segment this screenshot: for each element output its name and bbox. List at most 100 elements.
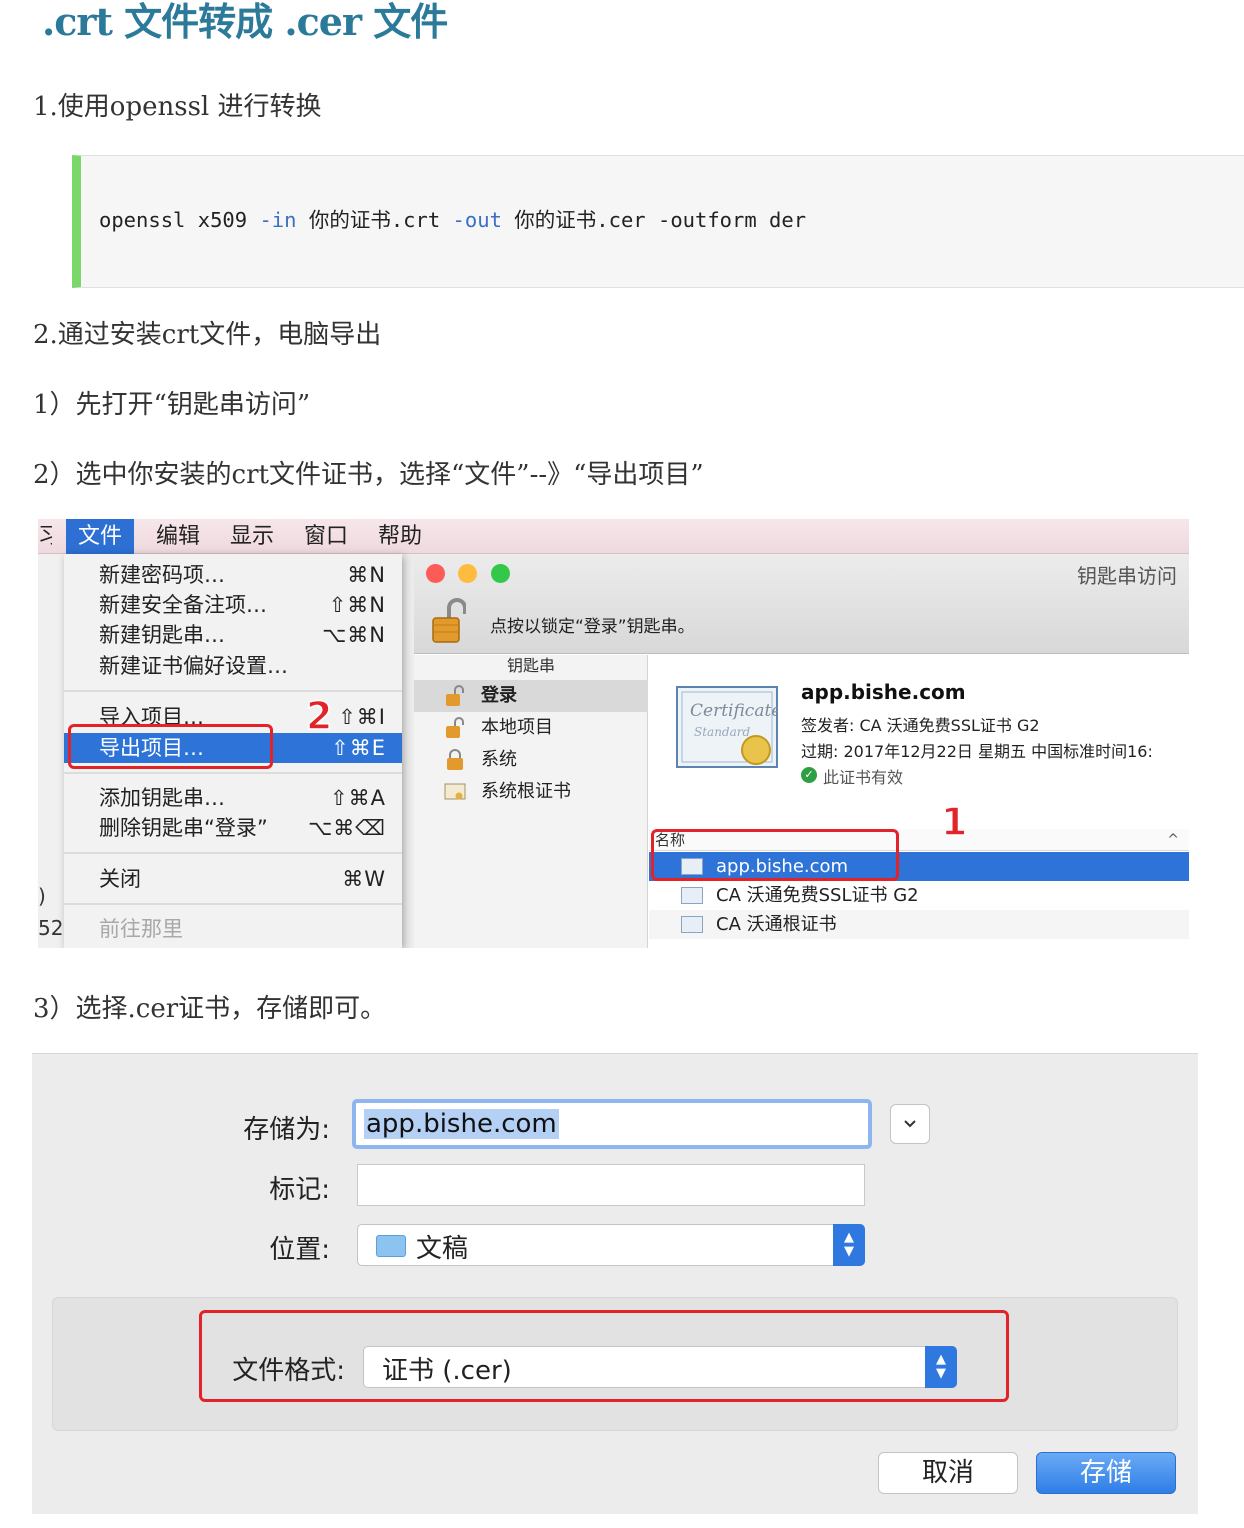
code-out-flag: -out <box>452 208 502 232</box>
cancel-button[interactable]: 取消 <box>878 1452 1018 1494</box>
menu-help[interactable]: 帮助 <box>378 519 422 554</box>
step2-text: 2.通过安装crt文件，电脑导出 <box>33 320 382 350</box>
menu-item-label: 关闭 <box>99 867 141 891</box>
annotation-box-format <box>199 1310 1009 1402</box>
sidebar-item-system[interactable]: 系统 <box>414 744 648 776</box>
chevron-down-icon <box>904 1120 916 1128</box>
menu-item-new-secure-note[interactable]: 新建安全备注项… ⇧⌘N <box>64 590 402 620</box>
code-line: openssl x509 -in 你的证书.crt -out 你的证书.cer … <box>99 205 806 235</box>
chevron-up-icon[interactable]: ^ <box>1167 829 1179 851</box>
certificate-art-subtitle: Standard <box>694 725 750 739</box>
folder-icon <box>376 1235 406 1257</box>
save-button[interactable]: 存储 <box>1036 1452 1176 1494</box>
code-block: openssl x509 -in 你的证书.crt -out 你的证书.cer … <box>72 155 1244 288</box>
minimize-button[interactable] <box>458 564 477 583</box>
menu-file[interactable]: 文件 <box>66 519 135 554</box>
menu-item-add-keychain[interactable]: 添加钥匙串… ⇧⌘A <box>64 783 402 813</box>
step2-1-text: 1）先打开“钥匙串访问” <box>33 390 311 420</box>
where-value: 文稿 <box>416 1234 469 1264</box>
keychain-detail: Certificate Standard app.bishe.com 签发者: … <box>649 655 1189 948</box>
menu-item-close[interactable]: 关闭 ⌘W <box>64 864 402 894</box>
menu-item-label: 删除钥匙串“登录” <box>99 816 268 840</box>
sidebar-item-login[interactable]: 登录 <box>414 680 648 712</box>
window-toolbar: 钥匙串访问 点按以锁定“登录”钥匙串。 <box>414 554 1189 654</box>
menu-item-label: 新建安全备注项… <box>99 593 267 617</box>
code-out-file: 你的证书.cer -outform der <box>501 208 807 232</box>
certificate-icon <box>681 916 703 933</box>
menu-item-new-keychain[interactable]: 新建钥匙串… ⌥⌘N <box>64 620 402 650</box>
menu-item-new-cert-preference[interactable]: 新建证书偏好设置… <box>64 651 402 681</box>
menu-item-new-password[interactable]: 新建密码项… ⌘N <box>64 560 402 590</box>
save-as-value: app.bishe.com <box>364 1109 559 1139</box>
code-in-flag: -in <box>259 208 297 232</box>
menu-item-shortcut: ⇧⌘A <box>330 786 386 810</box>
certificate-name: app.bishe.com <box>801 680 966 704</box>
lock-hint: 点按以锁定“登录”钥匙串。 <box>490 617 695 637</box>
menu-item-shortcut: ⌥⌘⌫ <box>308 816 386 840</box>
row-label: CA 沃通根证书 <box>716 914 837 935</box>
certificate-icon: Certificate Standard <box>676 686 778 768</box>
sidebar-item-system-roots[interactable]: 系统根证书 <box>414 776 648 808</box>
sidebar-header: 钥匙串 <box>506 656 555 675</box>
certificate-icon <box>681 887 703 904</box>
code-in-file: 你的证书.crt <box>296 208 453 232</box>
menu-separator <box>64 903 402 905</box>
step3-text: 3）选择.cer证书，存储即可。 <box>33 994 387 1024</box>
certificate-issuer: 签发者: CA 沃通免费SSL证书 G2 <box>801 716 1040 735</box>
menu-bar: 习 文件 编辑 显示 窗口 帮助 <box>38 519 1189 554</box>
annotation-number-1: 1 <box>940 799 968 845</box>
fragment-text: ) <box>38 884 46 908</box>
tags-field[interactable] <box>357 1164 865 1206</box>
step2-2-text: 2）选中你安装的crt文件证书，选择“文件”--》“导出项目” <box>33 460 704 490</box>
expand-button[interactable] <box>890 1104 930 1144</box>
menu-item-shortcut: ⌘W <box>342 867 386 891</box>
step1-text: 1.使用openssl 进行转换 <box>33 92 322 122</box>
window-title: 钥匙串访问 <box>1077 564 1177 588</box>
certificate-art-title: Certificate <box>690 701 778 721</box>
sidebar-item-label: 系统根证书 <box>481 781 571 802</box>
code-prefix: openssl x509 <box>99 208 260 232</box>
menu-partial: 习 <box>38 524 52 549</box>
keychain-screenshot: 习 文件 编辑 显示 窗口 帮助 ) 52) 钥匙串访问 点按以锁定“登录”钥匙… <box>38 519 1189 948</box>
menu-item-delete-keychain[interactable]: 删除钥匙串“登录” ⌥⌘⌫ <box>64 813 402 843</box>
menu-item-shortcut: ⌘N <box>347 563 386 587</box>
tags-label: 标记: <box>269 1175 330 1205</box>
annotation-box-export <box>68 724 273 769</box>
sidebar-item-local[interactable]: 本地项目 <box>414 712 648 744</box>
menu-item-shortcut: ⇧⌘I <box>338 705 386 729</box>
save-as-label: 存储为: <box>243 1115 330 1145</box>
chevron-updown-icon: ▲ ▼ <box>833 1224 865 1266</box>
where-label: 位置: <box>269 1235 330 1265</box>
table-row[interactable]: CA 沃通免费SSL证书 G2 <box>649 881 1189 910</box>
certificate-expiry: 过期: 2017年12月22日 星期五 中国标准时间16: <box>801 742 1153 761</box>
zoom-button[interactable] <box>491 564 510 583</box>
table-row[interactable]: CA 沃通根证书 <box>649 910 1189 939</box>
background-window-fragment: ) 52) <box>38 554 71 948</box>
menu-separator <box>64 772 402 774</box>
save-as-field[interactable]: app.bishe.com <box>352 1099 872 1149</box>
save-dialog: 存储为: app.bishe.com 标记: 位置: 文稿 ▲ ▼ 文件格式: 证… <box>32 1053 1198 1514</box>
menu-item-label: 新建密码项… <box>99 563 225 587</box>
row-label: CA 沃通免费SSL证书 G2 <box>716 885 919 906</box>
sidebar-item-label: 本地项目 <box>481 717 553 738</box>
menu-window[interactable]: 窗口 <box>304 519 348 554</box>
open-padlock-icon <box>446 685 464 706</box>
keychain-sidebar: 钥匙串 登录 本地项目 系统 系统根证书 <box>414 655 648 948</box>
checkmark-circle-icon: ✓ <box>801 767 817 783</box>
open-padlock-icon[interactable] <box>432 598 466 644</box>
menu-view[interactable]: 显示 <box>230 519 274 554</box>
menu-edit[interactable]: 编辑 <box>156 519 200 554</box>
close-button[interactable] <box>426 564 445 583</box>
menu-separator <box>64 690 402 692</box>
where-popup[interactable]: 文稿 ▲ ▼ <box>357 1224 865 1266</box>
menu-item-label: 新建证书偏好设置… <box>99 654 288 678</box>
sidebar-item-label: 系统 <box>481 749 517 770</box>
keychain-window: 钥匙串访问 点按以锁定“登录”钥匙串。 钥匙串 登录 本地项目 系统 系统根证书… <box>414 554 1189 948</box>
menu-item-shortcut: ⌥⌘N <box>322 623 386 647</box>
sidebar-item-label: 登录 <box>481 685 517 706</box>
menu-item-go-there: 前往那里 <box>64 914 402 944</box>
menu-item-shortcut: ⇧⌘N <box>328 593 386 617</box>
menu-item-label: 添加钥匙串… <box>99 786 225 810</box>
menu-item-label: 前往那里 <box>99 917 183 941</box>
open-padlock-icon <box>446 717 464 738</box>
